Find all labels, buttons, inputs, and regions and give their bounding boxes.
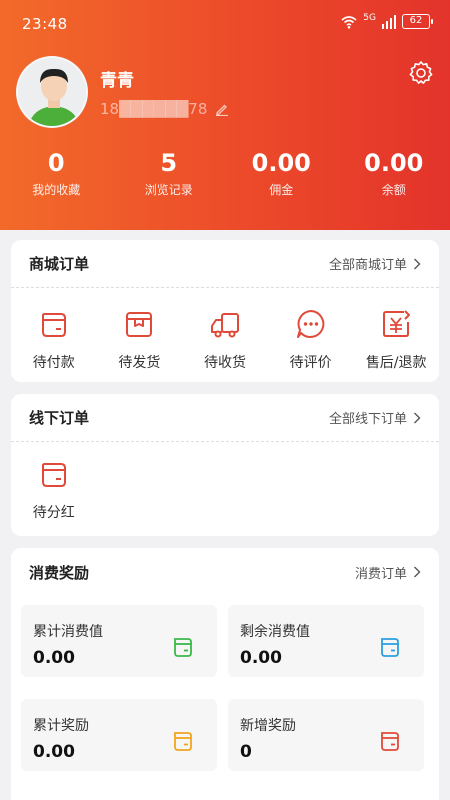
profile-header: 23:48 5G 62 青青 18██████78 0 我的收藏 5 浏览记录 … [0, 0, 450, 230]
mall-orders-grid: 待付款 待发货 待收货 待评价 售后/退款 [11, 288, 439, 372]
stats-row: 0 我的收藏 5 浏览记录 0.00 佣金 0.00 余额 [0, 146, 450, 198]
wallet-icon [174, 638, 192, 657]
all-offline-orders-link[interactable]: 全部线下订单 [329, 408, 421, 427]
stat-favorites[interactable]: 0 我的收藏 [0, 146, 113, 198]
chevron-right-icon [414, 258, 421, 269]
reward-total-consumption[interactable]: 累计消费值 0.00 [21, 605, 217, 677]
network-label: 5G [363, 12, 376, 23]
wallet-icon [41, 313, 66, 337]
user-phone: 18██████78 [100, 100, 229, 118]
user-avatar-icon [18, 58, 86, 126]
signal-icon [382, 14, 396, 29]
offline-orders-grid: 待分红 [11, 442, 439, 522]
wallet-icon [381, 638, 399, 657]
wallet-icon [41, 463, 66, 487]
offline-orders-card: 线下订单 全部线下订单 待分红 [11, 394, 439, 536]
chevron-right-icon [414, 566, 421, 578]
user-name: 青青 [100, 71, 134, 91]
reward-total-reward[interactable]: 累计奖励 0.00 [21, 699, 217, 771]
gear-icon[interactable] [408, 60, 434, 86]
order-refund[interactable]: 售后/退款 [353, 308, 439, 372]
consumption-orders-link[interactable]: 消费订单 [355, 563, 421, 582]
battery-icon: 62 [402, 14, 433, 29]
order-pending-receipt[interactable]: 待收货 [182, 308, 268, 372]
status-time: 23:48 [22, 15, 68, 33]
status-icons: 5G 62 [341, 12, 433, 29]
rewards-header: 消费奖励 消费订单 [11, 548, 439, 596]
rewards-card: 消费奖励 消费订单 累计消费值 0.00 剩余消费值 0.00 累计奖励 0.0… [11, 548, 439, 800]
all-mall-orders-link[interactable]: 全部商城订单 [329, 254, 421, 273]
mall-orders-title: 商城订单 [29, 255, 90, 273]
truck-icon [210, 313, 239, 338]
order-pending-dividend[interactable]: 待分红 [11, 458, 97, 522]
offline-orders-title: 线下订单 [29, 409, 90, 427]
rewards-title: 消费奖励 [29, 563, 90, 582]
reward-new-reward[interactable]: 新增奖励 0 [228, 699, 424, 771]
wifi-icon [341, 15, 357, 29]
chevron-right-icon [414, 412, 421, 423]
stat-history[interactable]: 5 浏览记录 [113, 146, 226, 198]
avatar[interactable] [16, 56, 88, 128]
status-bar: 23:48 5G 62 [0, 0, 450, 48]
user-phone-number: 18██████78 [100, 100, 208, 118]
order-pending-payment[interactable]: 待付款 [11, 308, 97, 372]
mall-orders-card: 商城订单 全部商城订单 待付款 待发货 待收货 待评价 售后/退款 [11, 240, 439, 382]
refund-icon [383, 310, 411, 337]
wallet-icon [381, 732, 399, 751]
mall-orders-header: 商城订单 全部商城订单 [11, 240, 439, 288]
order-pending-review[interactable]: 待评价 [268, 308, 354, 372]
offline-orders-header: 线下订单 全部线下订单 [11, 394, 439, 442]
reward-remaining-consumption[interactable]: 剩余消费值 0.00 [228, 605, 424, 677]
stat-balance[interactable]: 0.00 余额 [338, 146, 450, 198]
edit-icon[interactable] [215, 102, 229, 116]
wallet-icon [174, 732, 192, 751]
chat-bubble-icon [296, 310, 324, 338]
order-pending-shipment[interactable]: 待发货 [97, 308, 183, 372]
package-icon [126, 312, 153, 337]
stat-commission[interactable]: 0.00 佣金 [225, 146, 338, 198]
